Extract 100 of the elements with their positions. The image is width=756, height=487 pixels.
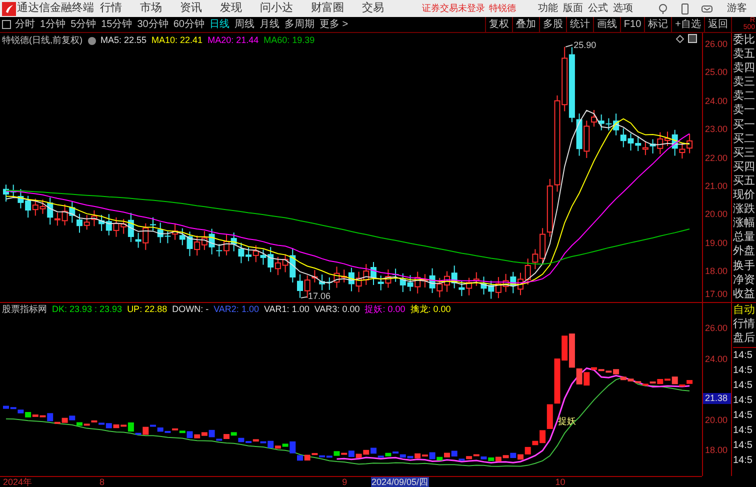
axis-label: 22.00 xyxy=(705,152,728,163)
indicator-value: DOWN: - xyxy=(172,302,209,316)
axis-label: 18.00 xyxy=(705,266,728,276)
trade-time: 14:5 xyxy=(733,364,754,378)
axis-label: 20.00 xyxy=(705,209,728,220)
quote-label: 买二 xyxy=(733,132,756,146)
quote-label: 现价 xyxy=(733,188,756,202)
date-label: 10 xyxy=(554,477,566,487)
quote-label: 卖二 xyxy=(733,89,756,104)
moving-average-value: MA5: 22.55 xyxy=(100,34,147,47)
toolbar-button[interactable]: 复权 xyxy=(484,16,512,32)
mode-label[interactable]: 自动 xyxy=(733,303,756,317)
axis-label: 20.00 xyxy=(705,414,728,424)
quote-label: 净资 xyxy=(733,272,756,287)
login-status[interactable]: 证券交易未登录 xyxy=(422,2,485,16)
quote-label: 买三 xyxy=(733,146,756,160)
axis-label: 19.00 xyxy=(705,238,728,248)
user-label[interactable]: 游客 xyxy=(727,1,747,16)
app-title: 通达信金融终端 xyxy=(17,0,94,16)
trade-time: 14:5 xyxy=(733,349,754,363)
indicator-value: 擒龙: 0.00 xyxy=(410,302,451,316)
menu-item[interactable]: 发现 xyxy=(220,0,242,17)
menu-item[interactable]: 资讯 xyxy=(180,0,202,17)
period-tab[interactable]: 多周期 xyxy=(284,17,314,32)
signal-label: 捉妖 xyxy=(558,416,576,426)
period-tab[interactable]: 5分钟 xyxy=(70,17,96,32)
indicator-value: VAR2: 1.00 xyxy=(214,302,259,316)
period-tab[interactable]: 更多 > xyxy=(320,17,348,32)
quote-label: 买四 xyxy=(733,160,756,174)
axis-label: 23.00 xyxy=(705,124,728,134)
period-tab[interactable]: 30分钟 xyxy=(137,17,168,32)
date-label: 2024/09/05/四 xyxy=(370,477,430,487)
indicator-value: VAR1: 1.00 xyxy=(264,302,310,316)
axis-label: 26.00 xyxy=(705,323,728,333)
quote-label: 涨跌 xyxy=(733,202,756,216)
menu-item[interactable]: 版面 xyxy=(563,1,583,16)
moving-average-value: MA10: 22.41 xyxy=(152,34,203,47)
period-tab[interactable]: 15分钟 xyxy=(101,17,132,32)
indicator-value: 捉妖: 0.00 xyxy=(364,302,406,316)
toolbar-button[interactable]: 多股 xyxy=(538,16,566,32)
toolbar-button[interactable]: 画线 xyxy=(592,16,620,32)
quote-label: 卖五 xyxy=(733,47,756,62)
current-value-label: 21.38 xyxy=(703,393,731,404)
date-label: 8 xyxy=(98,477,106,487)
axis-label: 18.00 xyxy=(705,445,728,455)
quote-label: 卖四 xyxy=(733,61,756,76)
menu-item[interactable]: 财富圈 xyxy=(311,0,344,17)
axis-label: 24.00 xyxy=(705,354,728,364)
date-label: 2024年 xyxy=(2,477,34,487)
toolbar-button[interactable]: 返回 xyxy=(704,16,731,32)
axis-label: 24.00 xyxy=(705,96,728,106)
toolbar-button[interactable]: 标记 xyxy=(644,16,672,32)
quote-label: 卖一 xyxy=(733,103,756,118)
trade-time: 14:5 xyxy=(733,379,754,393)
panel-item[interactable]: 行情 xyxy=(733,317,756,331)
quote-label: 总量 xyxy=(733,230,756,244)
toolbar-button[interactable]: 叠加 xyxy=(512,16,539,32)
trade-time: 14:5 xyxy=(733,454,754,468)
moving-average-value: MA60: 19.39 xyxy=(264,34,315,47)
quote-label: 买一 xyxy=(733,118,756,132)
quote-label: 买五 xyxy=(733,174,756,188)
menu-item[interactable]: 交易 xyxy=(362,0,384,17)
date-label: 9 xyxy=(341,477,348,487)
quote-label: 外盘 xyxy=(733,244,756,258)
period-tab[interactable]: 60分钟 xyxy=(173,17,204,32)
axis-label: 26.00 xyxy=(705,39,728,49)
stock-name: 特锐德 xyxy=(489,2,516,15)
quote-label: 收益 xyxy=(733,286,756,301)
toolbar-button[interactable]: 统计 xyxy=(566,16,593,32)
axis-label: 17.00 xyxy=(705,289,728,299)
trade-time: 14:5 xyxy=(733,439,754,453)
trade-time: 14:5 xyxy=(733,424,754,438)
menu-item[interactable]: 行情 xyxy=(100,0,122,17)
moving-average-value: MA20: 21.44 xyxy=(208,34,259,47)
quote-label: 换手 xyxy=(733,258,756,273)
toolbar-button[interactable]: F10 xyxy=(620,16,644,32)
period-tab[interactable]: 周线 xyxy=(234,17,254,32)
panel-item[interactable]: 盘后 xyxy=(733,331,756,345)
axis-label: 25.00 xyxy=(705,67,728,78)
toolbar-button[interactable]: +自选 xyxy=(671,16,704,32)
menu-item[interactable]: 市场 xyxy=(140,0,162,17)
menu-item[interactable]: 问小达 xyxy=(260,0,293,17)
quote-label: 卖三 xyxy=(733,75,756,90)
quote-label: 涨幅 xyxy=(733,216,756,230)
quote-label: 委比 xyxy=(733,33,756,48)
period-tab[interactable]: 月线 xyxy=(260,17,280,32)
menu-item[interactable]: 选项 xyxy=(613,1,633,16)
indicator-title: 股票指标网 xyxy=(2,302,47,316)
trade-time: 14:5 xyxy=(733,394,754,408)
axis-label: 21.00 xyxy=(705,181,728,191)
chart-title: 特锐德(日线,前复权) xyxy=(2,34,82,47)
menu-item[interactable]: 功能 xyxy=(538,1,558,16)
indicator-value: DK: 23.93 : 23.93 xyxy=(52,302,122,316)
indicator-value: VAR3: 0.00 xyxy=(314,302,360,316)
period-tab[interactable]: 1分钟 xyxy=(40,17,66,32)
trade-time: 14:5 xyxy=(733,409,754,423)
menu-item[interactable]: 公式 xyxy=(588,1,608,16)
period-tab[interactable]: 日线 xyxy=(210,17,230,32)
indicator-value: UP: 22.88 xyxy=(127,302,168,316)
period-tab[interactable]: 分时 xyxy=(15,17,35,32)
